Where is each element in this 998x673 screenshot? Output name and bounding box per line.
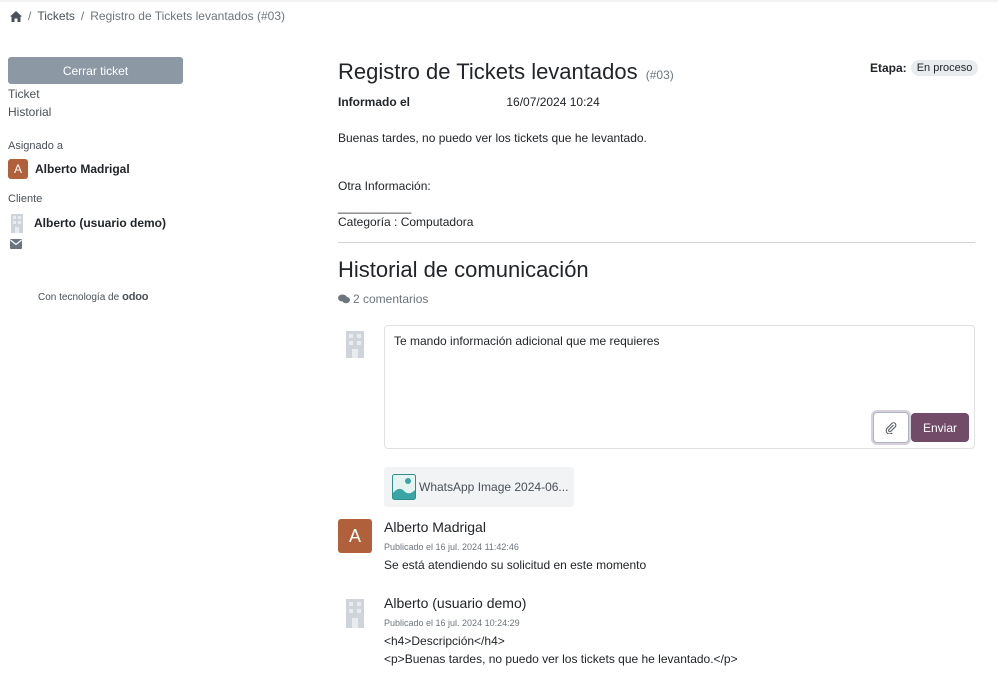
comment-count: 2 comentarios: [338, 292, 428, 306]
avatar: A: [338, 519, 372, 553]
image-file-icon: [392, 474, 416, 500]
message-body-line: <p>Buenas tardes, no puedo ver los ticke…: [384, 652, 738, 666]
attach-button[interactable]: [873, 412, 909, 443]
reported-date: 16/07/2024 10:24: [506, 95, 600, 109]
comment-count-text: 2 comentarios: [353, 292, 429, 306]
reported-row: Informado el 16/07/2024 10:24: [338, 95, 600, 109]
assigned-label: Asignado a: [8, 140, 64, 152]
home-icon[interactable]: [10, 10, 22, 22]
breadcrumb-current: Registro de Tickets levantados (#03): [90, 9, 286, 23]
odoo-logo[interactable]: odoo: [122, 291, 148, 303]
divider: [338, 242, 975, 243]
composer-input[interactable]: Te mando información adicional que me re…: [394, 334, 659, 348]
breadcrumb-separator: /: [28, 9, 32, 23]
sidebar-link-ticket[interactable]: Ticket: [8, 87, 40, 101]
message-date: Publicado el 16 jul. 2024 10:24:29: [384, 618, 520, 628]
sidebar-link-history[interactable]: Historial: [8, 105, 51, 119]
client: Alberto (usuario demo): [10, 213, 166, 233]
stage-label: Etapa:: [870, 61, 907, 75]
powered-by-text: Con tecnología de: [38, 291, 120, 303]
building-icon: [11, 214, 23, 233]
ticket-title: Registro de Tickets levantados: [338, 59, 638, 84]
message-body: Se está atendiendo su solicitud en este …: [384, 558, 647, 572]
building-icon: [346, 599, 364, 628]
message-author: Alberto (usuario demo): [384, 595, 527, 611]
client-label: Cliente: [8, 193, 43, 205]
ticket-category: Categoría : Computadora: [338, 215, 474, 229]
paperclip-icon: [885, 421, 897, 434]
message-composer[interactable]: Te mando información adicional que me re…: [384, 325, 975, 449]
other-info-label: Otra Información:: [338, 179, 431, 193]
underline-separator: ___________: [338, 200, 412, 214]
stage: Etapa: En proceso: [870, 60, 979, 76]
assignee: A Alberto Madrigal: [8, 159, 130, 179]
status-badge: En proceso: [910, 60, 979, 76]
breadcrumb-tickets-link[interactable]: Tickets: [37, 9, 75, 23]
message-body-line: <h4>Descripción</h4>: [384, 634, 505, 648]
envelope-icon[interactable]: [10, 239, 22, 249]
reported-label: Informado el: [338, 95, 411, 109]
client-name: Alberto (usuario demo): [34, 216, 167, 230]
breadcrumb: / Tickets / Registro de Tickets levantad…: [10, 9, 285, 23]
building-icon: [346, 331, 364, 358]
message-author: Alberto Madrigal: [384, 519, 486, 535]
assignee-name: Alberto Madrigal: [35, 162, 130, 176]
ticket-ref: (#03): [645, 68, 674, 82]
close-ticket-button[interactable]: Cerrar ticket: [8, 57, 183, 84]
powered-by: Con tecnología de odoo: [38, 291, 148, 303]
page-title: Registro de Tickets levantados (#03): [338, 59, 674, 85]
ticket-description: Buenas tardes, no puedo ver los tickets …: [338, 131, 647, 145]
avatar: A: [8, 159, 28, 179]
top-border: [0, 0, 998, 2]
send-button[interactable]: Enviar: [911, 413, 969, 442]
history-title: Historial de comunicación: [338, 257, 589, 282]
breadcrumb-separator: /: [80, 9, 85, 23]
comments-icon: [338, 294, 350, 304]
attachment-card[interactable]: WhatsApp Image 2024-06...: [384, 467, 574, 507]
message-date: Publicado el 16 jul. 2024 11:42:46: [384, 542, 519, 552]
attachment-name[interactable]: WhatsApp Image 2024-06...: [419, 480, 568, 494]
